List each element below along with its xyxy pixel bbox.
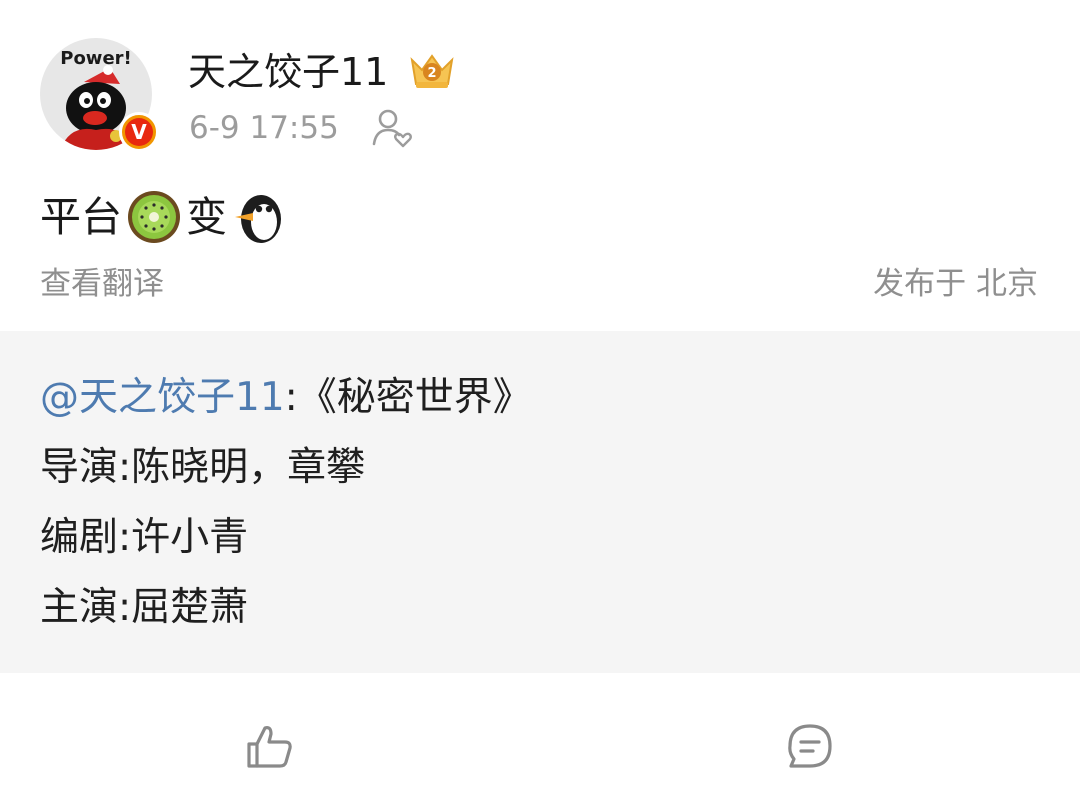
comment-icon bbox=[788, 724, 832, 768]
quoted-post-line-director: 导演:陈晓明，章攀 bbox=[40, 445, 366, 490]
crown-icon: 2 bbox=[410, 54, 454, 88]
post-text-part1: 平台 bbox=[40, 193, 122, 241]
quoted-post-line-screenwriter: 编剧:许小青 bbox=[40, 515, 249, 560]
follow-user-icon[interactable] bbox=[372, 108, 414, 148]
thumbs-up-icon bbox=[247, 726, 292, 768]
author-name[interactable]: 天之饺子11 bbox=[188, 46, 388, 98]
weibo-post-screen: Power! V 天之饺子11 2 6-9 17:55 平台 变 查看翻译 发布… bbox=[0, 0, 1080, 785]
comment-button[interactable] bbox=[785, 722, 835, 772]
quoted-post-title: :《秘密世界》 bbox=[284, 375, 532, 420]
quoted-post[interactable]: @天之饺子11:《秘密世界》 导演:陈晓明，章攀 编剧:许小青 主演:屈楚萧 bbox=[0, 331, 1080, 673]
like-button[interactable] bbox=[245, 722, 295, 772]
quoted-post-line-cast: 主演:屈楚萧 bbox=[40, 585, 249, 630]
kiwi-emoji-icon bbox=[128, 191, 180, 243]
post-timestamp: 6-9 17:55 bbox=[189, 110, 339, 146]
post-text-part2: 变 bbox=[186, 193, 227, 241]
post-location: 发布于 北京 bbox=[873, 266, 1038, 302]
quoted-post-header: @天之饺子11:《秘密世界》 bbox=[40, 371, 532, 425]
author-mention-link[interactable]: @天之饺子11 bbox=[40, 375, 285, 420]
verified-mark: V bbox=[125, 118, 153, 146]
verified-badge: V bbox=[119, 112, 159, 152]
post-content: 平台 变 bbox=[40, 188, 291, 246]
view-translation-link[interactable]: 查看翻译 bbox=[40, 262, 164, 306]
crown-level: 2 bbox=[427, 66, 436, 81]
penguin-emoji-icon bbox=[235, 195, 281, 243]
